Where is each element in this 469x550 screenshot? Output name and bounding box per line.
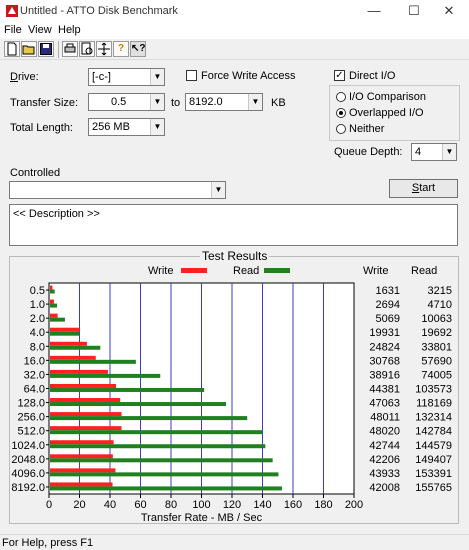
write-bar — [50, 454, 113, 459]
read-bar — [50, 331, 80, 336]
x-tick-label: 140 — [253, 499, 271, 511]
read-bar — [50, 289, 55, 294]
write-bar — [50, 327, 80, 332]
category-label: 128.0 — [17, 398, 45, 410]
read-bar — [50, 416, 248, 421]
read-bar — [50, 317, 65, 322]
category-label: 64.0 — [24, 384, 45, 396]
x-tick-label: 100 — [192, 499, 210, 511]
read-value-label: 57690 — [421, 355, 452, 367]
read-value-label: 144579 — [415, 440, 452, 452]
write-value-label: 19931 — [369, 327, 400, 339]
x-tick-label: 120 — [223, 499, 241, 511]
write-bar — [50, 383, 117, 388]
write-value-label: 5069 — [376, 313, 400, 325]
read-bar — [50, 373, 161, 378]
write-bar — [50, 440, 114, 445]
read-value-label: 142784 — [415, 426, 452, 438]
read-bar — [50, 387, 205, 392]
write-bar — [50, 398, 121, 403]
write-bar — [50, 482, 113, 487]
read-bar — [50, 430, 263, 435]
write-bar — [50, 426, 122, 431]
read-value-label: 153391 — [415, 468, 452, 480]
read-bar — [50, 458, 273, 463]
write-bar — [50, 369, 108, 374]
write-bar — [50, 468, 116, 473]
read-bar — [50, 345, 101, 350]
x-tick-label: 80 — [165, 499, 177, 511]
status-bar: For Help, press F1 — [0, 534, 469, 550]
write-value-label: 43933 — [369, 468, 400, 480]
category-label: 0.5 — [30, 285, 45, 297]
write-value-label: 47063 — [369, 398, 400, 410]
write-bar — [50, 313, 58, 318]
read-value-label: 155765 — [415, 482, 452, 494]
read-bar — [50, 472, 279, 477]
write-bar — [50, 412, 122, 417]
read-value-label: 149407 — [415, 454, 452, 466]
write-value-label: 30768 — [369, 355, 400, 367]
write-value-label: 48020 — [369, 426, 400, 438]
category-label: 4.0 — [30, 327, 45, 339]
x-tick-label: 0 — [46, 499, 52, 511]
read-bar — [50, 402, 226, 407]
write-bar — [50, 355, 96, 360]
read-value-label: 118169 — [416, 398, 452, 410]
write-value-label: 1631 — [376, 285, 400, 297]
status-text: For Help, press F1 — [2, 537, 94, 549]
write-bar — [50, 341, 87, 346]
category-label: 512.0 — [17, 426, 45, 438]
read-bar — [50, 486, 282, 491]
x-tick-label: 20 — [73, 499, 85, 511]
write-value-label: 42008 — [369, 482, 400, 494]
category-label: 16.0 — [24, 355, 45, 367]
write-value-label: 2694 — [376, 299, 400, 311]
read-value-label: 33801 — [421, 341, 452, 353]
write-value-label: 42744 — [369, 440, 400, 452]
read-bar — [50, 303, 58, 308]
write-bar — [50, 285, 53, 290]
read-value-label: 74005 — [421, 369, 452, 381]
read-bar — [50, 444, 266, 449]
category-label: 2048.0 — [11, 454, 45, 466]
x-axis-label: Transfer Rate - MB / Sec — [141, 512, 263, 524]
x-tick-label: 180 — [314, 499, 332, 511]
x-tick-label: 160 — [284, 499, 302, 511]
category-label: 4096.0 — [11, 468, 45, 480]
read-value-label: 19692 — [421, 327, 452, 339]
category-label: 1.0 — [30, 299, 45, 311]
category-label: 8192.0 — [11, 482, 45, 494]
write-value-label: 42206 — [369, 454, 400, 466]
x-tick-label: 40 — [104, 499, 116, 511]
x-tick-label: 200 — [345, 499, 363, 511]
category-label: 2.0 — [30, 313, 45, 325]
write-value-label: 24824 — [369, 341, 400, 353]
category-label: 1024.0 — [11, 440, 45, 452]
read-value-label: 10063 — [421, 313, 452, 325]
category-label: 256.0 — [17, 412, 45, 424]
write-value-label: 44381 — [369, 384, 400, 396]
benchmark-chart: 0 20 40 60 80 100 120 140 160 180 200 Transfer Rate… — [11, 282, 452, 524]
write-value-label: 48011 — [370, 412, 400, 424]
read-value-label: 3215 — [428, 285, 452, 297]
write-bar — [50, 299, 54, 304]
category-label: 8.0 — [30, 341, 45, 353]
category-label: 32.0 — [24, 369, 45, 381]
read-bar — [50, 359, 136, 364]
read-value-label: 103573 — [415, 384, 452, 396]
read-value-label: 4710 — [428, 299, 452, 311]
read-value-label: 132314 — [415, 412, 452, 424]
x-tick-label: 60 — [134, 499, 146, 511]
write-value-label: 38916 — [369, 369, 400, 381]
